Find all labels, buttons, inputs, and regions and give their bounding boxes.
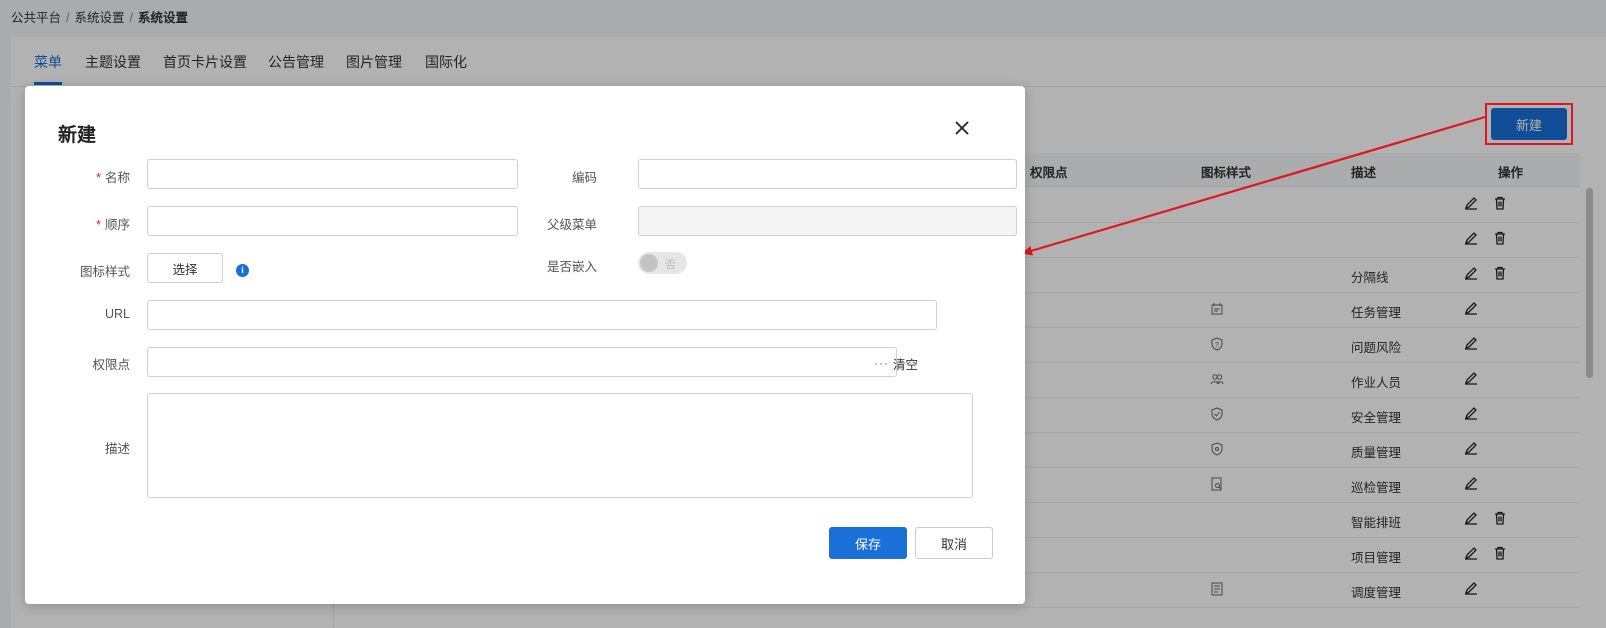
description-textarea[interactable] [147, 393, 973, 498]
embed-toggle[interactable]: 否 [638, 252, 687, 274]
order-input[interactable] [147, 206, 518, 236]
select-icon-button[interactable]: 选择 [147, 253, 223, 283]
parent-menu-label: 父级菜单 [546, 218, 597, 232]
code-input[interactable] [638, 159, 1017, 189]
new-menu-dialog: 新建 * 名称 编码 * 顺序 父级菜单 图标样式 选择 i 是否嵌入 否 URL … [25, 86, 1025, 604]
name-input[interactable] [147, 159, 518, 189]
embed-label: 是否嵌入 [546, 260, 597, 274]
description-label: 描述 [104, 442, 130, 456]
name-label: * 名称 [96, 171, 130, 185]
url-input[interactable] [147, 300, 937, 330]
clear-button[interactable]: 清空 [893, 354, 918, 373]
icon-style-label: 图标样式 [79, 265, 130, 279]
url-label: URL [104, 307, 130, 321]
close-icon[interactable] [953, 119, 971, 137]
new-button-highlight [1485, 103, 1573, 145]
permission-label: 权限点 [92, 358, 130, 372]
toggle-text: 否 [665, 259, 676, 271]
toggle-knob [640, 254, 658, 272]
code-label: 编码 [571, 171, 597, 185]
cancel-button[interactable]: 取消 [915, 527, 993, 559]
dialog-title: 新建 [58, 125, 97, 146]
parent-menu-input [638, 206, 1017, 236]
more-icon[interactable]: ··· [874, 356, 889, 370]
save-button[interactable]: 保存 [829, 527, 907, 559]
order-label: * 顺序 [96, 218, 130, 232]
permission-input[interactable] [147, 347, 897, 377]
info-icon[interactable]: i [236, 264, 249, 277]
